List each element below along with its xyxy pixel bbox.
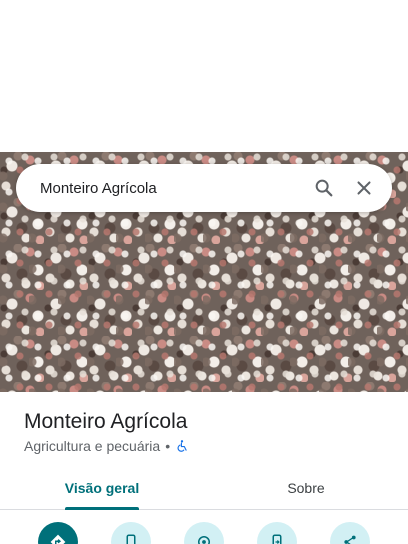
wheelchair-accessible-icon[interactable] — [175, 439, 189, 453]
search-input[interactable]: Monteiro Agrícola — [40, 180, 304, 197]
map-area-blank — [0, 0, 408, 152]
nearby-button[interactable] — [184, 522, 224, 544]
nearby-icon — [198, 536, 210, 544]
directions-icon — [50, 534, 66, 544]
tab-about[interactable]: Sobre — [204, 466, 408, 509]
tab-overview[interactable]: Visão geral — [0, 466, 204, 509]
meta-separator: • — [165, 438, 171, 454]
search-button[interactable] — [304, 168, 344, 208]
directions-button[interactable] — [38, 522, 78, 544]
action-buttons-row — [0, 522, 408, 544]
call-button[interactable] — [111, 522, 151, 544]
place-title: Monteiro Agrícola — [24, 410, 188, 433]
search-bar[interactable]: Monteiro Agrícola — [16, 164, 392, 212]
place-tabs: Visão geral Sobre — [0, 466, 408, 510]
phone-icon — [126, 534, 136, 544]
place-meta: Agricultura e pecuária • — [24, 438, 189, 454]
share-button[interactable] — [330, 522, 370, 544]
close-icon — [357, 181, 371, 195]
send-to-phone-button[interactable] — [257, 522, 297, 544]
share-icon — [344, 535, 356, 544]
send-to-phone-icon — [272, 534, 282, 544]
clear-button[interactable] — [344, 168, 384, 208]
place-category[interactable]: Agricultura e pecuária — [24, 438, 160, 454]
search-icon — [315, 179, 333, 197]
